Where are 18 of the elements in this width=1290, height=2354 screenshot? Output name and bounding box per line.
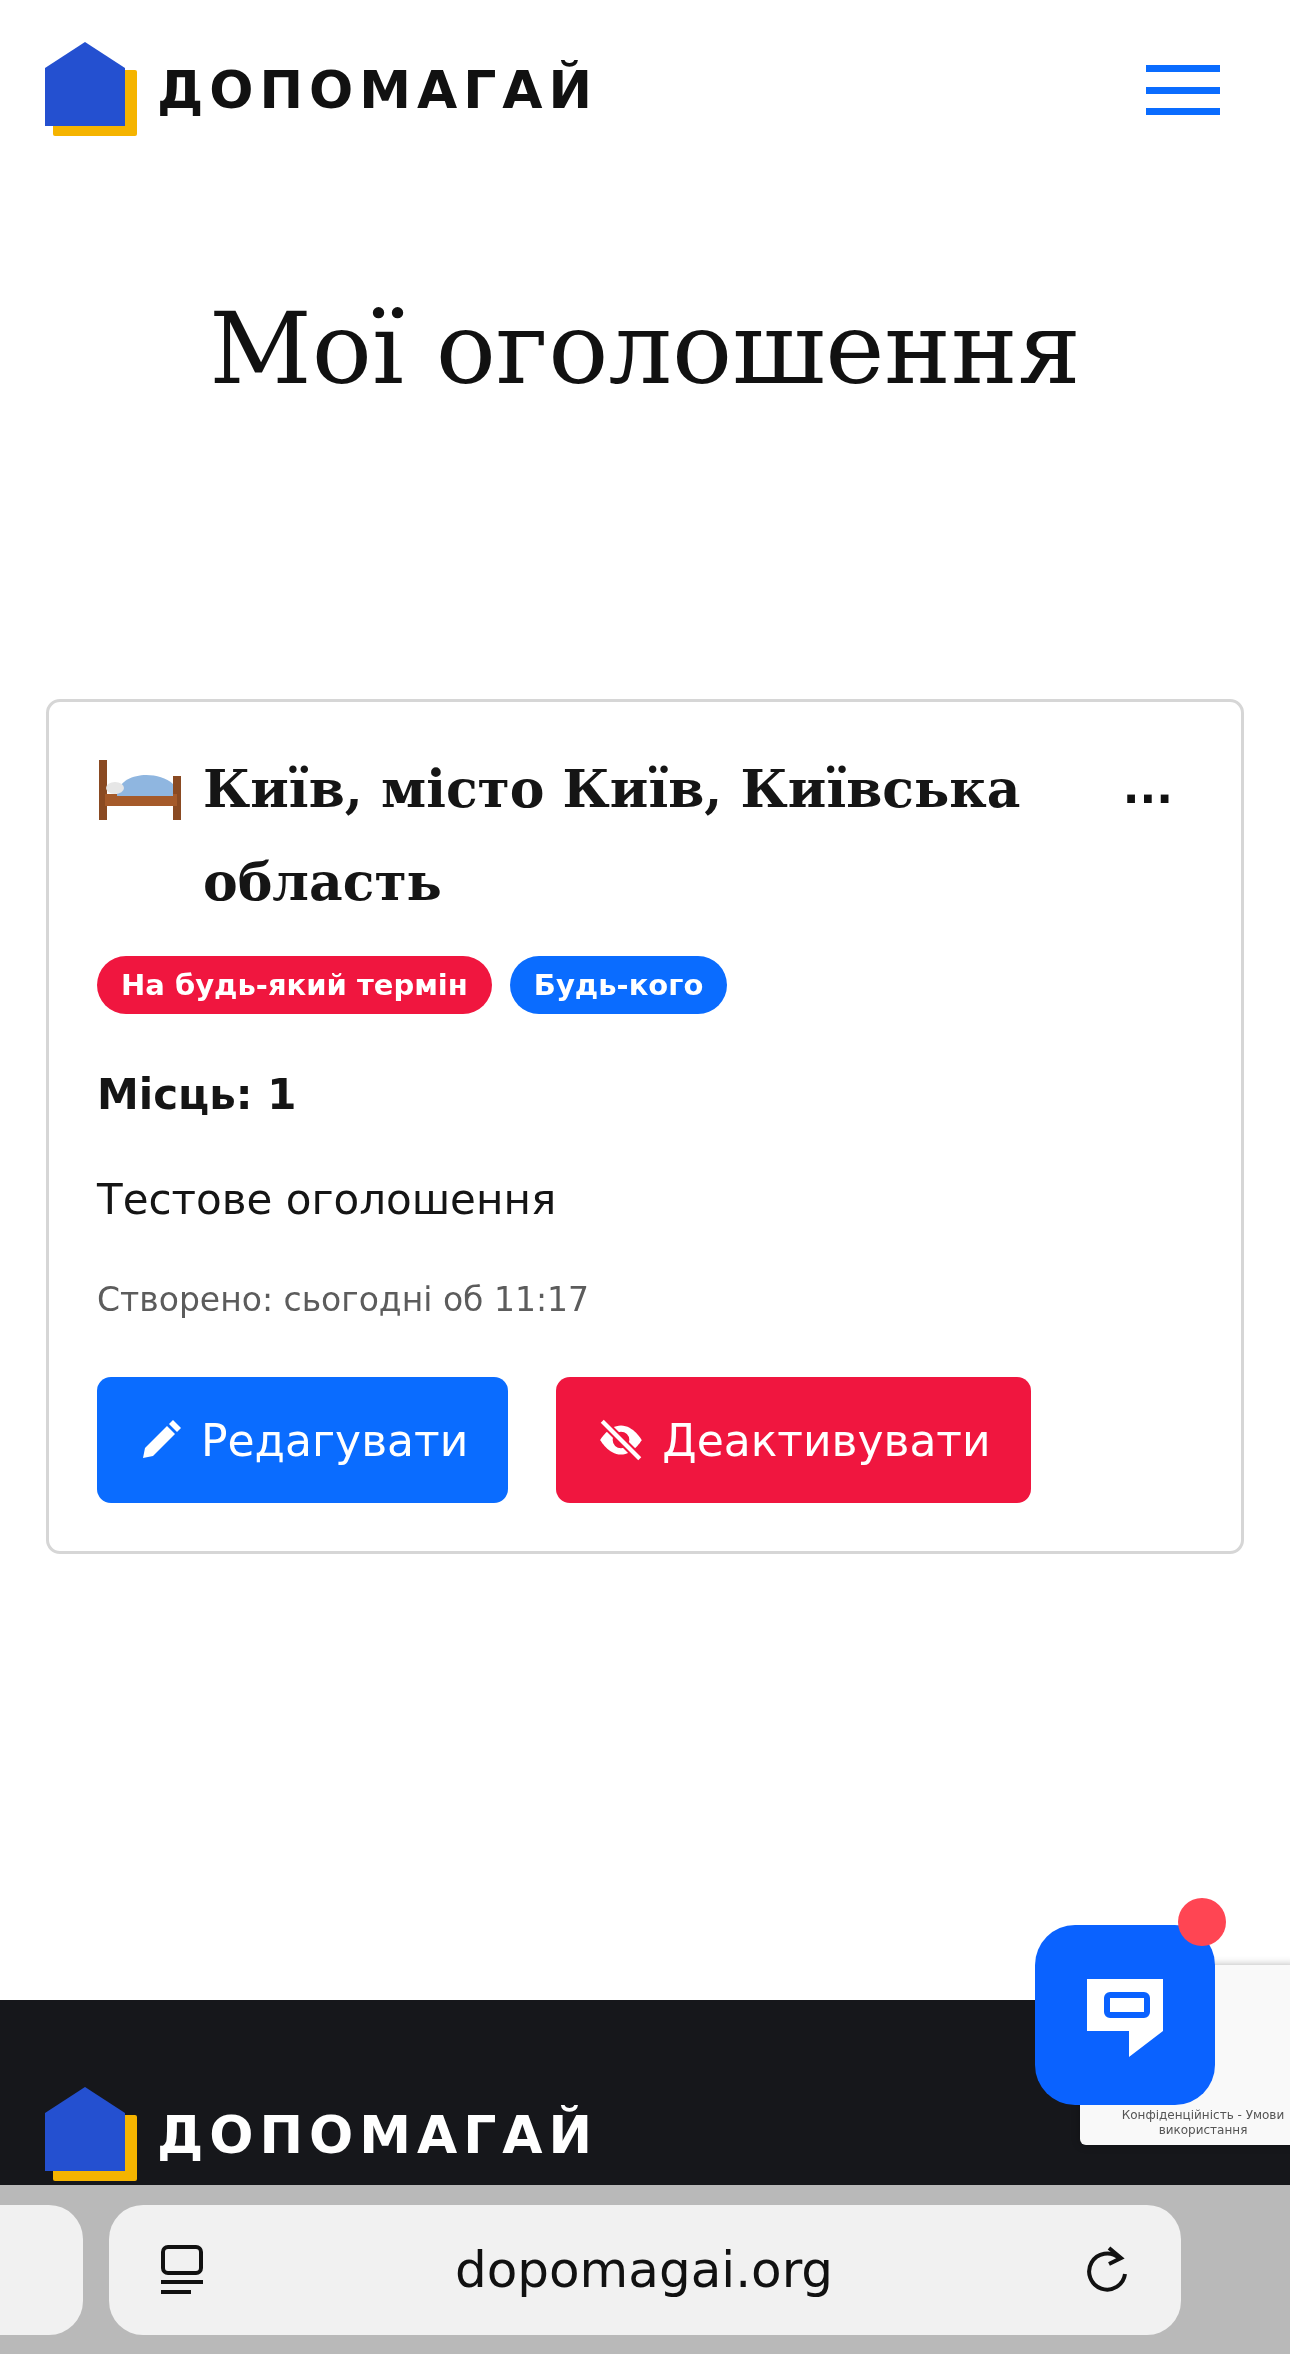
chat-button[interactable] bbox=[1035, 1925, 1215, 2105]
deactivate-button[interactable]: Деактивувати bbox=[556, 1377, 1031, 1503]
url-text: dopomagai.org bbox=[454, 2240, 834, 2299]
listing-title: Київ, місто Київ, Київська область bbox=[203, 757, 1022, 914]
brand-wordmark: ДОПОМАГАЙ bbox=[157, 2105, 599, 2165]
reader-icon bbox=[159, 2243, 205, 2296]
created-date: Створено: сьогодні об 11:17 bbox=[97, 1280, 591, 1319]
more-menu-button[interactable]: ... bbox=[1122, 742, 1193, 834]
menu-icon[interactable] bbox=[1146, 65, 1220, 115]
address-bar[interactable]: dopomagai.org bbox=[109, 2204, 1181, 2335]
edit-button[interactable]: Редагувати bbox=[97, 1377, 509, 1503]
places-count: Місць: 1 bbox=[97, 1070, 298, 1119]
listing-description: Тестове оголошення bbox=[97, 1175, 558, 1224]
brand-wordmark: ДОПОМАГАЙ bbox=[157, 60, 599, 120]
recaptcha-text[interactable]: Конфіденційність - Умови використання bbox=[1120, 2107, 1286, 2139]
page-title: Мої оголошення bbox=[208, 290, 1082, 407]
tag: На будь-який термін bbox=[97, 956, 492, 1014]
tag: Будь-кого bbox=[509, 956, 728, 1014]
